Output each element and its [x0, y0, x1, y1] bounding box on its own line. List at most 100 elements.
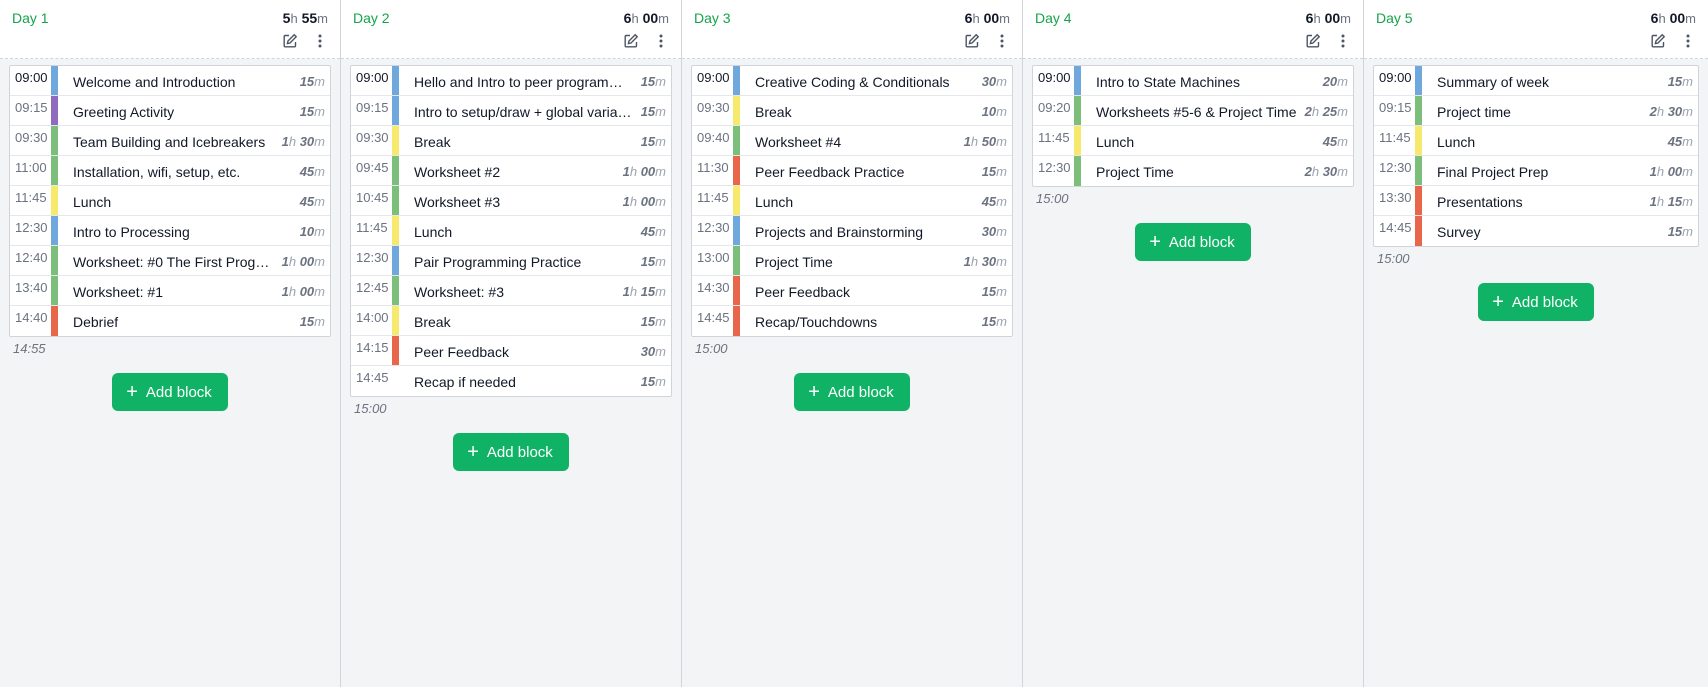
schedule-block[interactable]: 09:45 Worksheet #2 1h 00m [351, 156, 671, 186]
block-list: 09:00 Creative Coding & Conditionals 30m… [691, 65, 1013, 337]
schedule-block[interactable]: 14:45 Survey 15m [1374, 216, 1698, 246]
block-color-bar [1415, 156, 1422, 185]
more-vertical-icon[interactable] [310, 31, 330, 51]
schedule-block[interactable]: 09:20 Worksheets #5-6 & Project Time 2h … [1033, 96, 1353, 126]
minutes-unit: m [314, 224, 325, 239]
more-vertical-icon[interactable] [651, 31, 671, 51]
more-vertical-icon[interactable] [1333, 31, 1353, 51]
schedule-block[interactable]: 09:30 Break 15m [351, 126, 671, 156]
schedule-block[interactable]: 14:30 Peer Feedback 15m [692, 276, 1012, 306]
schedule-block[interactable]: 11:45 Lunch 45m [10, 186, 330, 216]
block-start-time: 14:45 [1379, 220, 1412, 235]
edit-icon[interactable] [621, 31, 641, 51]
block-color-bar [733, 216, 740, 245]
day-title[interactable]: Day 4 [1035, 10, 1072, 26]
block-title: Hello and Intro to peer programming [414, 74, 633, 90]
duration-minutes: 45 [299, 194, 315, 209]
schedule-block[interactable]: 14:40 Debrief 15m [10, 306, 330, 336]
add-block-button[interactable]: + Add block [112, 373, 228, 411]
block-title: Worksheet: #1 [73, 284, 164, 300]
schedule-block[interactable]: 09:40 Worksheet #4 1h 50m [692, 126, 1012, 156]
schedule-block[interactable]: 11:45 Lunch 45m [1033, 126, 1353, 156]
block-start-time: 09:00 [356, 70, 389, 85]
edit-icon[interactable] [1303, 31, 1323, 51]
block-duration: 15m [292, 66, 330, 95]
day-title[interactable]: Day 2 [353, 10, 390, 26]
schedule-block[interactable]: 13:40 Worksheet: #1 1h 00m [10, 276, 330, 306]
schedule-block[interactable]: 11:30 Peer Feedback Practice 15m [692, 156, 1012, 186]
schedule-block[interactable]: 12:30 Pair Programming Practice 15m [351, 246, 671, 276]
edit-icon[interactable] [1648, 31, 1668, 51]
more-vertical-icon[interactable] [992, 31, 1012, 51]
schedule-block[interactable]: 14:15 Peer Feedback 30m [351, 336, 671, 366]
block-title: Peer Feedback Practice [755, 164, 905, 180]
block-start-time: 09:40 [697, 130, 730, 145]
block-color-bar [1074, 126, 1081, 155]
day-total-minutes: 00 [1669, 10, 1686, 26]
minutes-unit: m [1337, 134, 1348, 149]
schedule-block[interactable]: 09:15 Greeting Activity 15m [10, 96, 330, 126]
day-header: Day 4 6h 00m [1023, 0, 1363, 59]
block-title: Worksheet #4 [755, 134, 842, 150]
schedule-block[interactable]: 11:45 Lunch 45m [1374, 126, 1698, 156]
schedule-block[interactable]: 09:00 Intro to State Machines 20m [1033, 66, 1353, 96]
minutes-unit: m [317, 11, 328, 26]
minutes-unit: m [996, 314, 1007, 329]
block-color-bar [733, 276, 740, 305]
block-title: Break [755, 104, 792, 120]
day-header: Day 3 6h 00m [682, 0, 1022, 59]
block-start-time: 11:45 [697, 190, 729, 205]
schedule-block[interactable]: 09:00 Summary of week 15m [1374, 66, 1698, 96]
day-title[interactable]: Day 5 [1376, 10, 1413, 26]
day-title[interactable]: Day 3 [694, 10, 731, 26]
schedule-block[interactable]: 14:00 Break 15m [351, 306, 671, 336]
schedule-block[interactable]: 13:00 Project Time 1h 30m [692, 246, 1012, 276]
day-title[interactable]: Day 1 [12, 10, 49, 26]
schedule-block[interactable]: 09:30 Team Building and Icebreakers 1h 3… [10, 126, 330, 156]
schedule-block[interactable]: 09:15 Intro to setup/draw + global varia… [351, 96, 671, 126]
block-start-time: 12:30 [1038, 160, 1071, 175]
block-duration: 1h 00m [1642, 156, 1698, 185]
edit-icon[interactable] [962, 31, 982, 51]
block-color-bar [392, 96, 399, 125]
schedule-block[interactable]: 09:00 Creative Coding & Conditionals 30m [692, 66, 1012, 96]
schedule-block[interactable]: 14:45 Recap if needed 15m [351, 366, 671, 396]
schedule-block[interactable]: 10:45 Worksheet #3 1h 00m [351, 186, 671, 216]
block-start-time: 10:45 [356, 190, 389, 205]
minutes-unit: m [996, 254, 1007, 269]
duration-minutes: 10 [299, 224, 315, 239]
schedule-block[interactable]: 12:40 Worksheet: #0 The First Program 1h… [10, 246, 330, 276]
block-title: Peer Feedback [755, 284, 850, 300]
block-duration: 10m [974, 96, 1012, 125]
schedule-block[interactable]: 13:30 Presentations 1h 15m [1374, 186, 1698, 216]
schedule-block[interactable]: 12:45 Worksheet: #3 1h 15m [351, 276, 671, 306]
block-start-time: 12:30 [356, 250, 389, 265]
schedule-block[interactable]: 12:30 Intro to Processing 10m [10, 216, 330, 246]
schedule-block[interactable]: 11:45 Lunch 45m [692, 186, 1012, 216]
schedule-block[interactable]: 09:30 Break 10m [692, 96, 1012, 126]
add-block-button[interactable]: + Add block [1478, 283, 1594, 321]
schedule-board: Day 1 5h 55m 09:00 Welcome and Introduct… [0, 0, 1708, 687]
schedule-block[interactable]: 09:00 Hello and Intro to peer programmin… [351, 66, 671, 96]
schedule-block[interactable]: 14:45 Recap/Touchdowns 15m [692, 306, 1012, 336]
add-block-button[interactable]: + Add block [1135, 223, 1251, 261]
duration-minutes: 20 [1322, 74, 1338, 89]
schedule-block[interactable]: 11:00 Installation, wifi, setup, etc. 45… [10, 156, 330, 186]
schedule-block[interactable]: 12:30 Projects and Brainstorming 30m [692, 216, 1012, 246]
edit-icon[interactable] [280, 31, 300, 51]
more-vertical-icon[interactable] [1678, 31, 1698, 51]
duration-minutes: 45 [640, 224, 656, 239]
block-start-time: 09:15 [356, 100, 389, 115]
schedule-block[interactable]: 11:45 Lunch 45m [351, 216, 671, 246]
add-block-button[interactable]: + Add block [794, 373, 910, 411]
minutes-unit: m [655, 254, 666, 269]
block-title: Project Time [755, 254, 833, 270]
schedule-block[interactable]: 12:30 Project Time 2h 30m [1033, 156, 1353, 186]
schedule-block[interactable]: 09:00 Welcome and Introduction 15m [10, 66, 330, 96]
minutes-unit: m [314, 254, 325, 269]
block-title: Worksheet #3 [414, 194, 501, 210]
add-block-button[interactable]: + Add block [453, 433, 569, 471]
schedule-block[interactable]: 12:30 Final Project Prep 1h 00m [1374, 156, 1698, 186]
hours-unit: h [629, 164, 641, 179]
schedule-block[interactable]: 09:15 Project time 2h 30m [1374, 96, 1698, 126]
